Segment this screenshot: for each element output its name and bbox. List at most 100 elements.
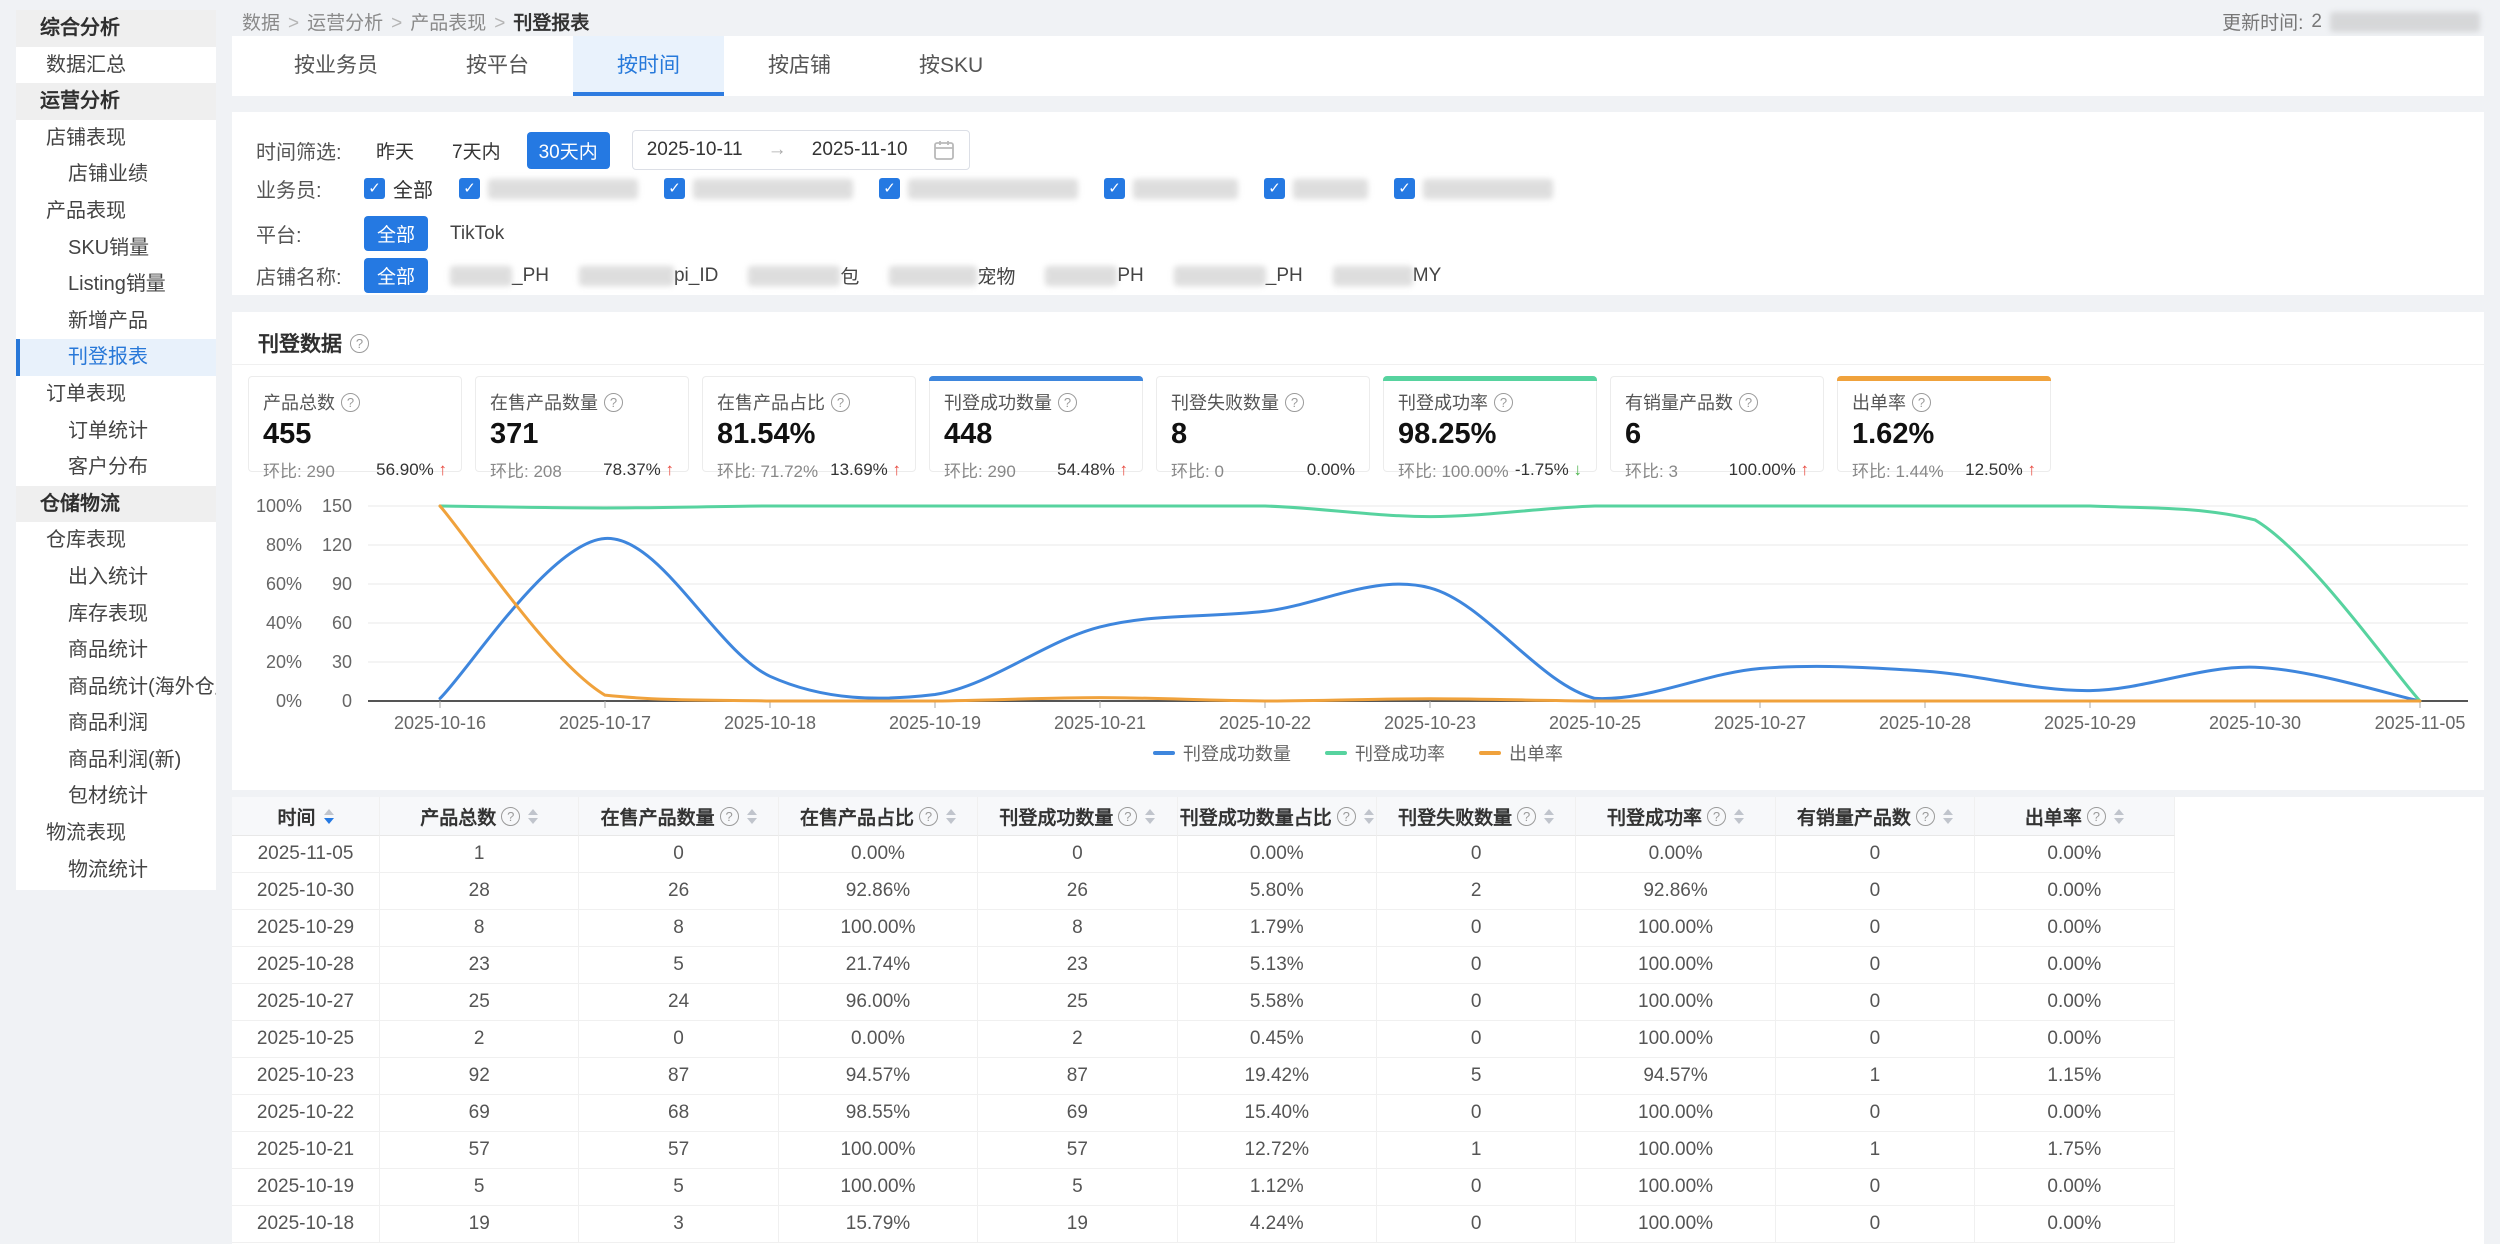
sidebar-item-订单表现[interactable]: 订单表现 xyxy=(16,376,216,413)
column-header-有销量产品数[interactable]: 有销量产品数? xyxy=(1776,797,1975,836)
column-header-刊登成功数量占比[interactable]: 刊登成功数量占比? xyxy=(1178,797,1377,836)
tab-按店铺[interactable]: 按店铺 xyxy=(724,36,875,96)
tab-按时间[interactable]: 按时间 xyxy=(573,36,724,96)
help-icon[interactable]: ? xyxy=(341,393,360,412)
sort-carets-icon[interactable] xyxy=(2114,809,2124,824)
shop-name-6[interactable]: _PH xyxy=(1174,265,1303,287)
stat-ring-value: 环比: 1.44% xyxy=(1852,457,1944,482)
shop-name-2[interactable]: pi_ID xyxy=(579,265,718,287)
legend-item-出单率[interactable]: 出单率 xyxy=(1479,740,1563,766)
legend-item-刊登成功数量[interactable]: 刊登成功数量 xyxy=(1153,740,1291,766)
salesman-checkbox-3[interactable]: ✓ xyxy=(879,178,1078,199)
shop-name-4[interactable]: 宠物 xyxy=(889,262,1015,289)
help-icon[interactable]: ? xyxy=(1912,393,1931,412)
quick-date-昨天[interactable]: 昨天 xyxy=(364,132,426,169)
sidebar-item-仓库表现[interactable]: 仓库表现 xyxy=(16,522,216,559)
salesman-checkbox-4[interactable]: ✓ xyxy=(1104,178,1238,199)
quick-date-30天内[interactable]: 30天内 xyxy=(527,132,610,169)
sidebar-item-店铺业绩[interactable]: 店铺业绩 xyxy=(16,156,216,193)
column-header-刊登成功数量[interactable]: 刊登成功数量? xyxy=(978,797,1177,836)
sidebar-item-SKU销量[interactable]: SKU销量 xyxy=(16,230,216,267)
column-header-产品总数[interactable]: 产品总数? xyxy=(380,797,579,836)
sidebar-item-客户分布[interactable]: 客户分布 xyxy=(16,449,216,486)
sidebar-item-包材统计[interactable]: 包材统计 xyxy=(16,778,216,815)
platform-option-tiktok[interactable]: TikTok xyxy=(450,223,504,245)
breadcrumb-item-数据[interactable]: 数据 xyxy=(242,13,280,34)
help-icon[interactable]: ? xyxy=(1494,393,1513,412)
help-icon[interactable]: ? xyxy=(720,807,739,826)
sort-carets-icon[interactable] xyxy=(1734,809,1744,824)
table-cell: 5 xyxy=(978,1169,1177,1206)
sort-carets-icon[interactable] xyxy=(747,809,757,824)
column-header-刊登成功率[interactable]: 刊登成功率? xyxy=(1576,797,1775,836)
column-header-出单率[interactable]: 出单率? xyxy=(1975,797,2174,836)
column-header-时间[interactable]: 时间 xyxy=(232,797,380,836)
sidebar-item-商品统计[interactable]: 商品统计 xyxy=(16,632,216,669)
help-icon[interactable]: ? xyxy=(1118,807,1137,826)
quick-date-7天内[interactable]: 7天内 xyxy=(440,132,513,169)
sidebar-item-库存表现[interactable]: 库存表现 xyxy=(16,596,216,633)
help-icon[interactable]: ? xyxy=(1916,807,1935,826)
sidebar-item-商品统计(海外仓库)[interactable]: 商品统计(海外仓库) xyxy=(16,669,216,706)
sort-carets-icon[interactable] xyxy=(1544,809,1554,824)
column-header-刊登失败数量[interactable]: 刊登失败数量? xyxy=(1377,797,1576,836)
help-icon[interactable]: ? xyxy=(1058,393,1077,412)
column-header-label: 刊登成功数量 xyxy=(999,803,1113,830)
legend-item-刊登成功率[interactable]: 刊登成功率 xyxy=(1325,740,1445,766)
help-icon[interactable]: ? xyxy=(831,393,850,412)
sort-carets-icon[interactable] xyxy=(946,809,956,824)
trend-line-chart[interactable]: 0%020%3040%6060%9080%120100%1502025-10-1… xyxy=(240,494,2476,734)
help-icon[interactable]: ? xyxy=(1285,393,1304,412)
help-icon[interactable]: ? xyxy=(1707,807,1726,826)
help-icon[interactable]: ? xyxy=(350,334,369,353)
sidebar-item-商品利润(新)[interactable]: 商品利润(新) xyxy=(16,742,216,779)
help-icon[interactable]: ? xyxy=(1517,807,1536,826)
sort-carets-icon[interactable] xyxy=(528,809,538,824)
sort-carets-icon[interactable] xyxy=(1145,809,1155,824)
date-range-input[interactable]: 2025-10-11 → 2025-11-10 xyxy=(632,130,970,170)
svg-text:2025-10-28: 2025-10-28 xyxy=(1879,713,1971,733)
help-icon[interactable]: ? xyxy=(919,807,938,826)
column-header-在售产品数量[interactable]: 在售产品数量? xyxy=(579,797,778,836)
sidebar-item-新增产品[interactable]: 新增产品 xyxy=(16,303,216,340)
table-cell: 1.15% xyxy=(1975,1058,2174,1095)
svg-text:2025-10-18: 2025-10-18 xyxy=(724,713,816,733)
breadcrumb-item-运营分析[interactable]: 运营分析 xyxy=(307,13,383,34)
sidebar-item-Listing销量[interactable]: Listing销量 xyxy=(16,266,216,303)
sidebar-item-订单统计[interactable]: 订单统计 xyxy=(16,413,216,450)
sort-carets-icon[interactable] xyxy=(1364,809,1374,824)
sort-carets-icon[interactable] xyxy=(1943,809,1953,824)
shop-name-1[interactable]: _PH xyxy=(450,265,549,287)
sidebar-item-店铺表现[interactable]: 店铺表现 xyxy=(16,120,216,157)
stat-card-刊登失败数量: 刊登失败数量?8环比: 00.00% xyxy=(1156,376,1370,472)
table-cell: 2 xyxy=(978,1021,1177,1058)
sidebar-item-物流表现[interactable]: 物流表现 xyxy=(16,815,216,852)
tab-按业务员[interactable]: 按业务员 xyxy=(250,36,422,96)
sidebar-item-商品利润[interactable]: 商品利润 xyxy=(16,705,216,742)
tab-按平台[interactable]: 按平台 xyxy=(422,36,573,96)
sidebar-item-物流统计[interactable]: 物流统计 xyxy=(16,852,216,889)
shop-name-7[interactable]: MY xyxy=(1333,265,1442,287)
salesman-checkbox-2[interactable]: ✓ xyxy=(664,178,853,199)
platform-all-chip[interactable]: 全部 xyxy=(364,216,428,251)
sidebar-item-数据汇总[interactable]: 数据汇总 xyxy=(16,47,216,84)
help-icon[interactable]: ? xyxy=(604,393,623,412)
tab-按SKU[interactable]: 按SKU xyxy=(875,36,1027,96)
help-icon[interactable]: ? xyxy=(1739,393,1758,412)
breadcrumb-item-产品表现[interactable]: 产品表现 xyxy=(410,13,486,34)
shop-name-5[interactable]: PH xyxy=(1045,265,1143,287)
sidebar-item-刊登报表[interactable]: 刊登报表 xyxy=(16,339,216,376)
salesman-checkbox-6[interactable]: ✓ xyxy=(1394,178,1553,199)
sidebar-item-产品表现[interactable]: 产品表现 xyxy=(16,193,216,230)
salesman-checkbox-1[interactable]: ✓ xyxy=(459,178,638,199)
sort-carets-icon[interactable] xyxy=(324,809,334,824)
shop-all-chip[interactable]: 全部 xyxy=(364,258,428,293)
salesman-checkbox-5[interactable]: ✓ xyxy=(1264,178,1368,199)
shop-name-3[interactable]: 包 xyxy=(748,262,859,289)
help-icon[interactable]: ? xyxy=(1337,807,1356,826)
help-icon[interactable]: ? xyxy=(501,807,520,826)
column-header-在售产品占比[interactable]: 在售产品占比? xyxy=(779,797,978,836)
sidebar-item-出入统计[interactable]: 出入统计 xyxy=(16,559,216,596)
help-icon[interactable]: ? xyxy=(2087,807,2106,826)
salesman-checkbox-all[interactable]: ✓全部 xyxy=(364,174,433,203)
